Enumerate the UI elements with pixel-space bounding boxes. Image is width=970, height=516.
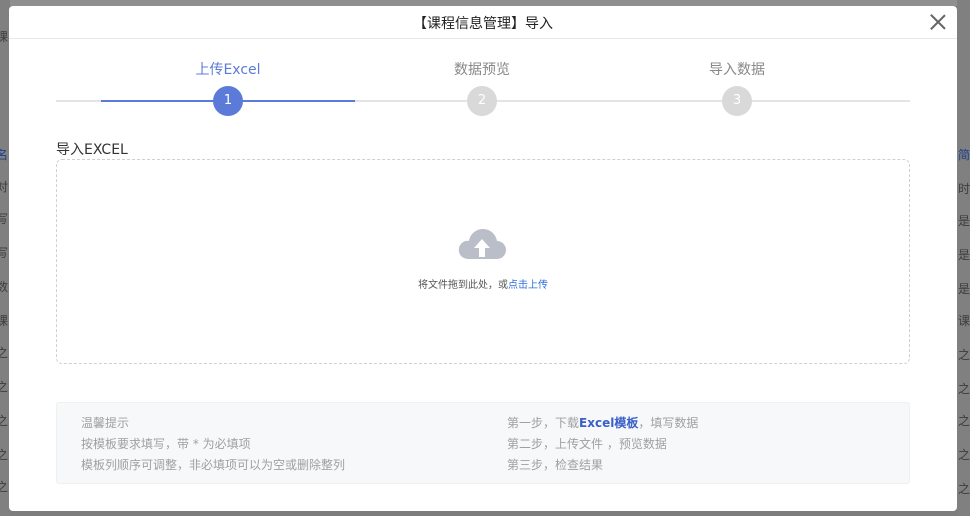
tips-left-column: 温馨提示 按模板要求填写，带 * 为必填项 模板列顺序可调整，非必填项可以为空或… (81, 413, 345, 476)
step-upload-excel: 上传Excel 1 (168, 61, 288, 116)
background-text: 之 (0, 414, 9, 428)
tips-text: 第一步，下载 (507, 416, 580, 430)
upload-prompt: 将文件拖到此处，或 (418, 280, 508, 291)
background-text: 名 (0, 148, 9, 162)
step-label: 上传Excel (195, 62, 261, 78)
background-text: 是介 (958, 248, 970, 262)
tips-right-column: 第一步，下载Excel模板，填写数据 第二步，上传文件 ，预览数据 第三步，检查… (507, 413, 698, 476)
background-text: 课酣 (958, 314, 970, 328)
background-text: 之 (0, 480, 9, 494)
step-import-data: 导入数据 3 (677, 61, 797, 116)
tips-title: 温馨提示 (81, 416, 130, 430)
tips-step-one: 第一步，下载Excel模板，填写数据 (507, 413, 698, 434)
tips-line: 按模板要求填写，带 * 为必填项 (81, 437, 251, 451)
upload-link[interactable]: 点击上传 (508, 280, 548, 291)
step-label: 数据预览 (454, 62, 510, 78)
close-icon[interactable] (929, 13, 947, 31)
background-text: 之 (0, 346, 9, 360)
background-text: 之球 (958, 448, 970, 462)
background-text: 简介 (958, 148, 970, 162)
background-right-column: 简介 时计 是职 是介 是球 课酣 之球 之球 之球 之球 之球 (957, 0, 970, 516)
step-data-preview: 数据预览 2 (422, 61, 542, 116)
background-text: 之 (0, 448, 9, 462)
import-dialog: 【课程信息管理】导入 上传Excel 1 数据预览 2 导入数据 3 导入EXC… (9, 6, 957, 511)
dialog-title: 【课程信息管理】导入 (413, 16, 553, 32)
background-text: 写 (0, 212, 9, 226)
step-label: 导入数据 (709, 62, 765, 78)
background-text: 时计 (958, 182, 970, 196)
download-template-link[interactable]: Excel模板 (579, 416, 638, 430)
section-title: 导入EXCEL (56, 142, 128, 158)
background-text: 之球 (958, 348, 970, 362)
tips-step-two: 第二步，上传文件 ，预览数据 (507, 437, 667, 451)
background-text: 课 (0, 314, 9, 328)
tips-panel: 温馨提示 按模板要求填写，带 * 为必填项 模板列顺序可调整，非必填项可以为空或… (56, 402, 910, 484)
tips-step-three: 第三步，检查结果 (507, 458, 604, 472)
background-text: 是职 (958, 214, 970, 228)
background-text: 之球 (958, 414, 970, 428)
background-text: 数 (0, 280, 9, 294)
upload-hint: 将文件拖到此处，或点击上传 (57, 276, 909, 291)
background-text: 是球 (958, 282, 970, 296)
background-text: 课 (0, 30, 9, 44)
background-text: 对 (0, 180, 9, 194)
cloud-upload-icon (458, 229, 506, 259)
upload-dropzone[interactable]: 将文件拖到此处，或点击上传 (56, 159, 910, 364)
import-steps: 上传Excel 1 数据预览 2 导入数据 3 (56, 61, 910, 121)
background-text: 之 (0, 380, 9, 394)
background-text: 之球 (958, 382, 970, 396)
step-number: 3 (722, 86, 752, 116)
background-text: 之球 (958, 482, 970, 496)
step-number: 1 (213, 86, 243, 116)
step-number: 2 (467, 86, 497, 116)
tips-text: ，填写数据 (638, 416, 699, 430)
background-text: 写 (0, 246, 9, 260)
tips-line: 模板列顺序可调整，非必填项可以为空或删除整列 (81, 458, 346, 472)
dialog-header: 【课程信息管理】导入 (9, 6, 957, 39)
